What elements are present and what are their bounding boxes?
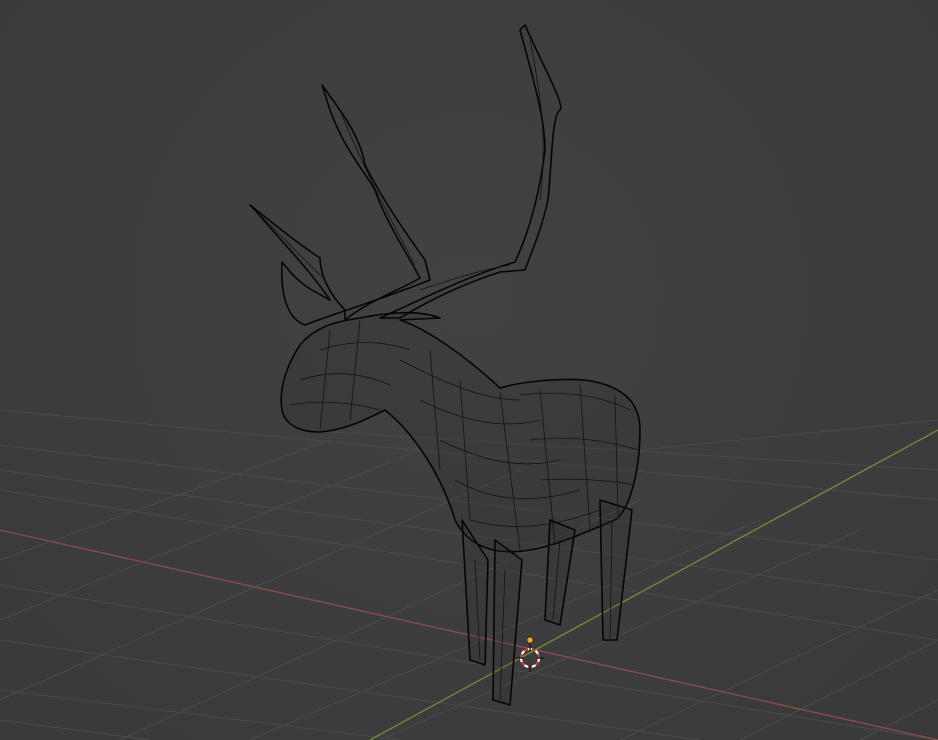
3d-viewport[interactable]	[0, 0, 938, 740]
object-origin-dot-icon	[526, 636, 534, 644]
